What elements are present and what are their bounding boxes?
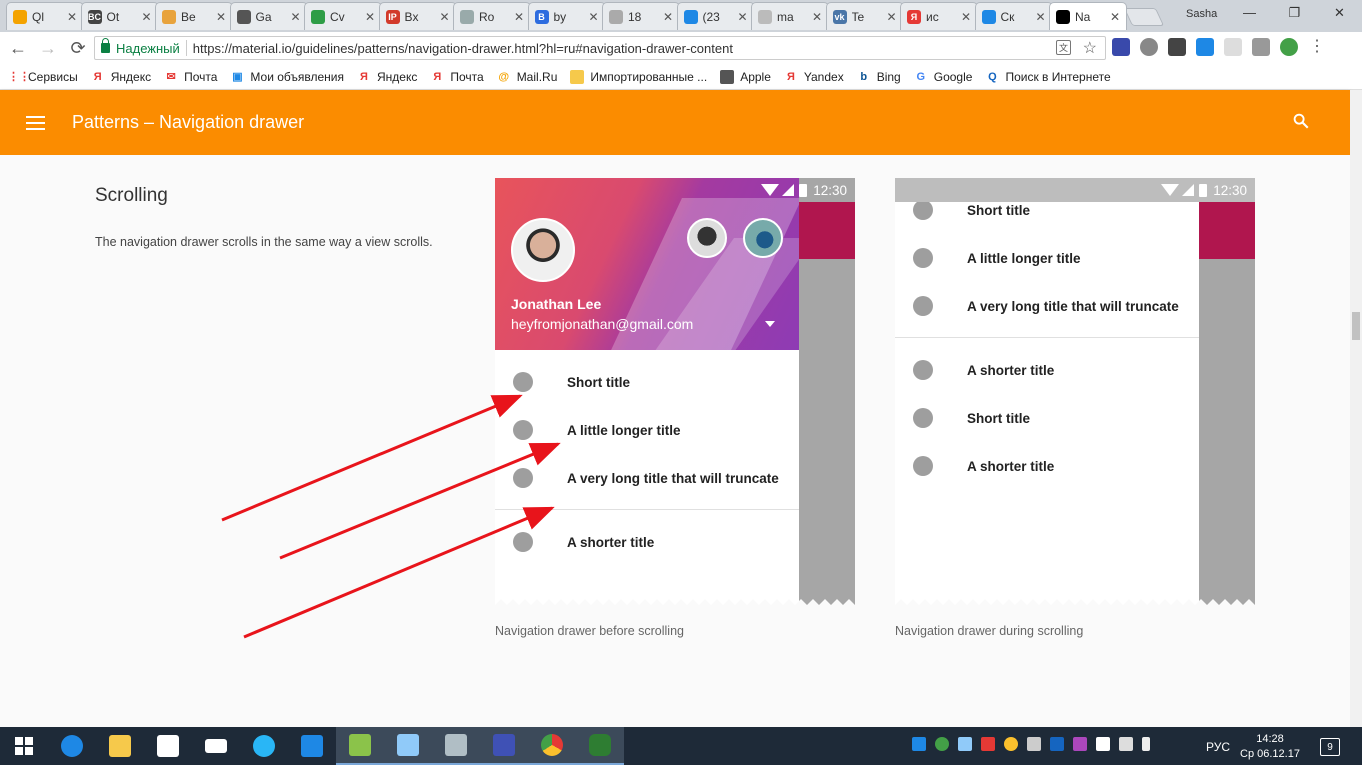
language-indicator[interactable]: РУС bbox=[1206, 740, 1230, 754]
red-arrow-3 bbox=[243, 506, 555, 639]
taskbar-mail-icon[interactable] bbox=[192, 727, 240, 765]
taskbar-store-icon[interactable] bbox=[144, 727, 192, 765]
taskbar-edge-icon[interactable] bbox=[48, 727, 96, 765]
tray-chrome-icon[interactable] bbox=[1004, 737, 1018, 751]
tray-battery-icon[interactable] bbox=[1142, 737, 1150, 751]
tray-speaker-icon[interactable] bbox=[981, 737, 995, 751]
tray-pen-icon[interactable] bbox=[1073, 737, 1087, 751]
taskbar-chrome-icon[interactable] bbox=[528, 727, 576, 765]
tab-title: Na bbox=[1075, 9, 1091, 24]
clock-date: Ср 06.12.17 bbox=[1240, 748, 1300, 760]
windows-icon bbox=[15, 737, 33, 755]
red-arrow-1 bbox=[221, 394, 523, 522]
tab-close-icon[interactable]: ✕ bbox=[1110, 10, 1120, 24]
tray-network-icon[interactable] bbox=[1096, 737, 1110, 751]
tray-green-icon[interactable] bbox=[935, 737, 949, 751]
taskbar-phone-icon[interactable] bbox=[288, 727, 336, 765]
taskbar-save-icon[interactable] bbox=[480, 727, 528, 765]
taskbar-green-app-icon[interactable] bbox=[576, 727, 624, 765]
taskbar-image-icon[interactable] bbox=[432, 727, 480, 765]
tray-teamviewer-icon[interactable] bbox=[912, 737, 926, 751]
red-arrow-2 bbox=[279, 442, 561, 560]
taskbar-chart-icon[interactable] bbox=[336, 727, 384, 765]
taskbar-notes-icon[interactable] bbox=[384, 727, 432, 765]
tray-ru-icon[interactable] bbox=[1050, 737, 1064, 751]
annotation-arrows bbox=[221, 394, 561, 639]
tab-favicon-icon bbox=[1056, 9, 1070, 24]
start-button[interactable] bbox=[0, 727, 48, 765]
notification-count: 9 bbox=[1327, 742, 1333, 753]
clock-time: 14:28 bbox=[1256, 733, 1284, 745]
volume-icon[interactable] bbox=[1027, 737, 1041, 751]
tray-window-icon[interactable] bbox=[958, 737, 972, 751]
taskbar-explorer-icon[interactable] bbox=[96, 727, 144, 765]
browser-tab[interactable]: Na ✕ bbox=[1049, 2, 1127, 30]
system-tray bbox=[912, 737, 1150, 751]
tray-display-icon[interactable] bbox=[1119, 737, 1133, 751]
windows-taskbar bbox=[0, 727, 1362, 765]
taskbar-sync-icon[interactable] bbox=[240, 727, 288, 765]
notification-center-icon[interactable]: 9 bbox=[1320, 738, 1340, 756]
taskbar-clock[interactable]: 14:28 Ср 06.12.17 bbox=[1240, 732, 1300, 762]
